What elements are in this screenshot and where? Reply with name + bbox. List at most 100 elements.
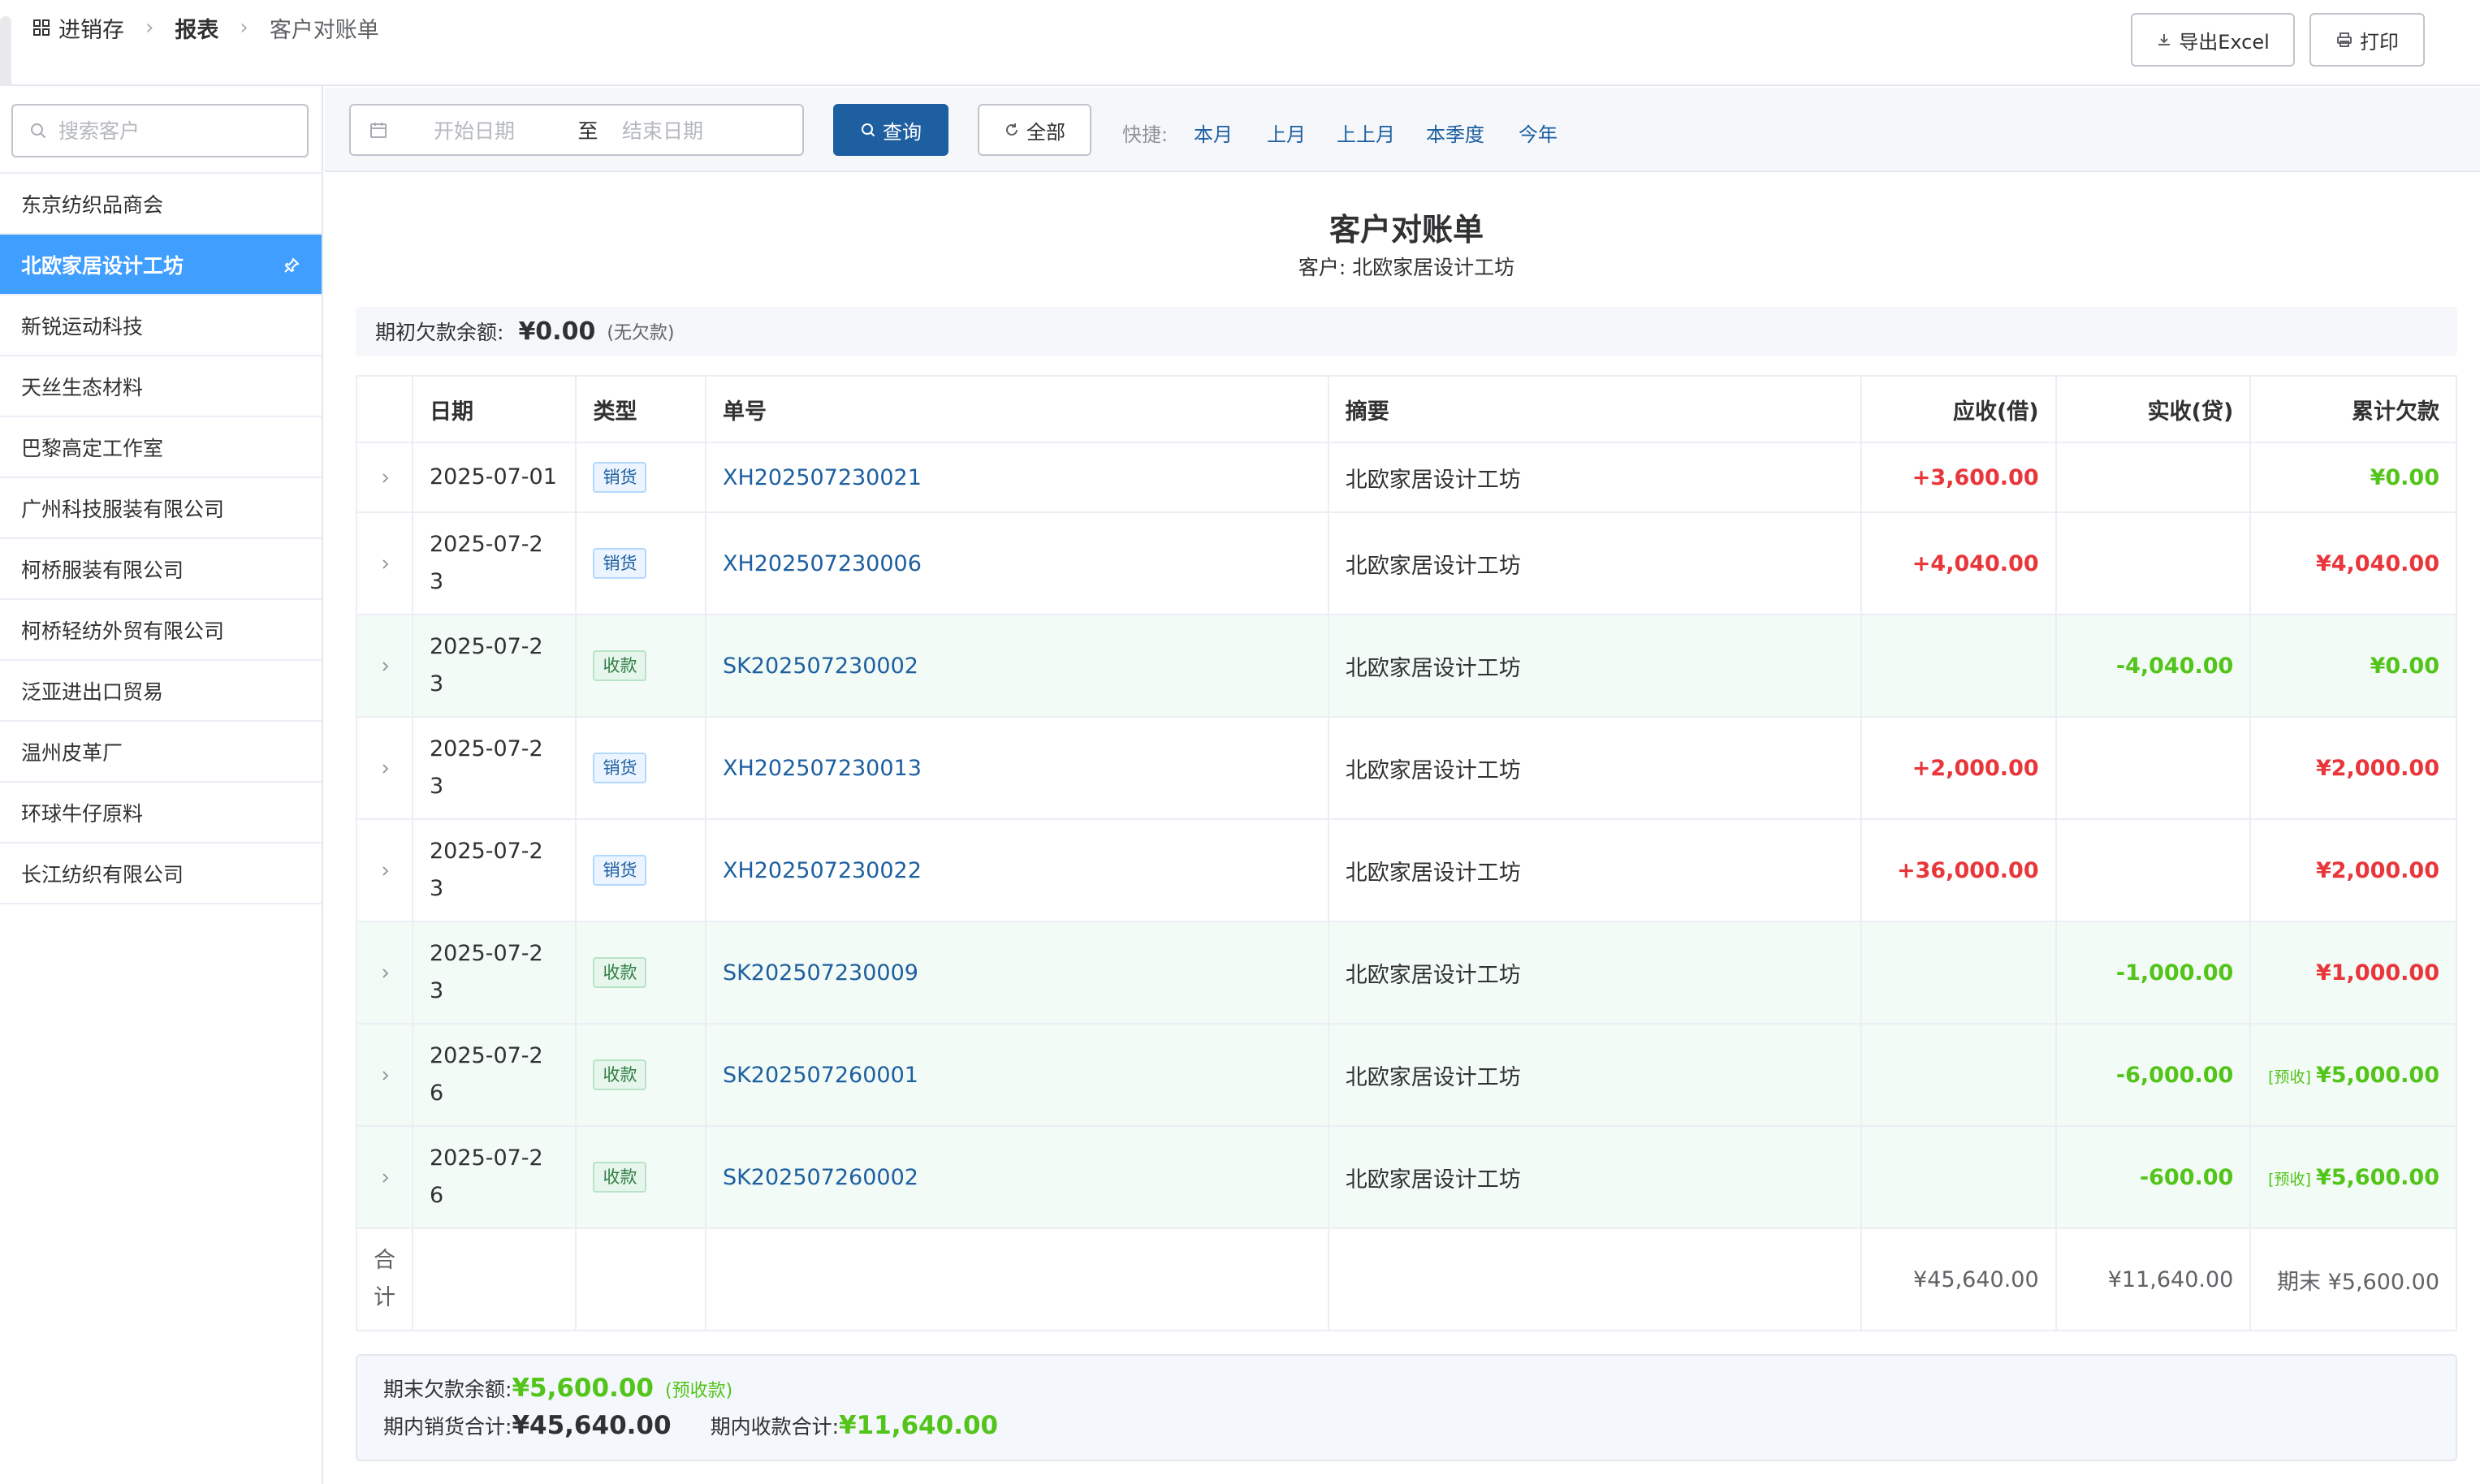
table-row[interactable]: 2025-07-2 3 销货 XH202507230022 北欧家居设计工坊 +36,00… [356,818,2457,922]
customer-item[interactable]: 长江纺织有限公司 [0,843,322,904]
table-row[interactable]: 2025-07-01 销货 XH202507230021 北欧家居设计工坊 +3,600… [356,442,2457,513]
date-range-picker[interactable]: 开始日期 至 结束日期 [349,104,804,156]
doc-no-link[interactable]: SK202507260002 [723,1165,918,1190]
page-header: 进销存 › 报表 › 客户对账单 导出Excel 打印 [0,0,2480,86]
customer-item[interactable]: 天丝生态材料 [0,356,322,417]
doc-no-link[interactable]: SK202507260001 [723,1063,918,1088]
expand-cell[interactable] [356,511,413,615]
customer-item[interactable]: 温州皮革厂 [0,722,322,783]
doc-no-link[interactable]: SK202507230002 [723,654,918,679]
export-excel-button[interactable]: 导出Excel [2131,13,2295,67]
pin-icon[interactable] [283,256,300,279]
doc-no-link[interactable]: XH202507230022 [723,858,922,883]
expand-cell[interactable] [356,818,413,922]
expand-icon[interactable] [378,756,391,781]
credit-amount: -600.00 [2139,1164,2234,1190]
debit-cell: +3,600.00 [1860,442,2057,513]
total-credit: ¥11,640.00 [2107,1266,2234,1292]
search-icon [860,122,883,138]
customer-search-box[interactable] [11,104,309,157]
customer-name: 长江纺织有限公司 [21,862,184,887]
quick-this-year[interactable]: 今年 [1519,119,1558,147]
quick-last-month[interactable]: 上月 [1267,119,1306,147]
summary-cell: 北欧家居设计工坊 [1327,1023,1862,1127]
table-row[interactable]: 2025-07-2 6 收款 SK202507260001 北欧家居设计工坊 -6,000… [356,1023,2457,1127]
empty-cell [1327,1227,1862,1331]
doc-no-cell: XH202507230021 [704,442,1329,513]
query-button[interactable]: 查询 [833,104,948,156]
receipts-total-amount: ¥11,640.00 [839,1411,999,1440]
prepaid-tag: [预收] [2268,1068,2311,1086]
credit-cell: -600.00 [2054,1125,2252,1229]
doc-no-cell: XH202507230022 [704,818,1329,922]
total-row: 合计 ¥45,640.00 ¥11,640.00 期末 ¥5,600.00 [356,1227,2457,1331]
date-cell: 2025-07-2 3 [411,921,577,1025]
quick-this-quarter[interactable]: 本季度 [1426,119,1484,147]
expand-cell[interactable] [356,1125,413,1229]
customer-name: 巴黎高定工作室 [21,436,164,460]
report-title: 客户对账单 [1329,212,1484,248]
receipts-total-label: 期内收款合计: [710,1415,839,1439]
customer-item[interactable]: 环球牛仔原料 [0,783,322,843]
print-button[interactable]: 打印 [2309,13,2425,67]
balance-cell: ¥2,000.00 [2249,716,2457,820]
date-cell: 2025-07-2 3 [411,818,577,922]
customer-item[interactable]: 广州科技服装有限公司 [0,478,322,539]
expand-cell[interactable] [356,716,413,820]
empty-cell [575,1227,706,1331]
doc-no-link[interactable]: XH202507230013 [723,756,922,781]
date-cell: 2025-07-01 [411,442,577,513]
summary-text: 北欧家居设计工坊 [1345,553,1521,579]
customer-item[interactable]: 东京纺织品商会 [0,174,322,235]
debit-cell [1860,921,2057,1025]
balance-cell: ¥4,040.00 [2249,511,2457,615]
expand-icon[interactable] [378,1063,391,1088]
table-row[interactable]: 2025-07-2 3 收款 SK202507230002 北欧家居设计工坊 -4,040… [356,614,2457,718]
summary-cell: 北欧家居设计工坊 [1327,921,1862,1025]
doc-no-link[interactable]: SK202507230009 [723,960,918,986]
date-text: 2025-07-2 [430,532,543,557]
doc-no-link[interactable]: XH202507230021 [723,465,922,490]
quick-month-before-last[interactable]: 上上月 [1337,119,1395,147]
customer-item[interactable]: 柯桥服装有限公司 [0,539,322,600]
customer-item[interactable]: 巴黎高定工作室 [0,417,322,478]
debit-cell: +36,000.00 [1860,818,2057,922]
customer-search-input[interactable] [58,119,286,143]
download-icon [2156,32,2179,48]
quick-label: 快捷: [1122,123,1169,146]
expand-cell[interactable] [356,1023,413,1127]
end-date-input[interactable]: 结束日期 [622,115,703,145]
expand-icon[interactable] [378,858,391,883]
table-row[interactable]: 2025-07-2 3 销货 XH202507230013 北欧家居设计工坊 +2,000… [356,716,2457,820]
calendar-icon [369,120,388,140]
expand-icon[interactable] [378,960,391,986]
col-type: 类型 [575,375,706,443]
expand-icon[interactable] [378,1165,391,1190]
expand-cell[interactable] [356,921,413,1025]
expand-cell[interactable] [356,614,413,718]
table-row[interactable]: 2025-07-2 6 收款 SK202507260002 北欧家居设计工坊 -600.0… [356,1125,2457,1229]
breadcrumb-root[interactable]: 进销存 [58,12,124,44]
start-date-input[interactable]: 开始日期 [434,115,547,145]
customer-item[interactable]: 新锐运动科技 [0,296,322,356]
expand-icon[interactable] [378,654,391,679]
empty-cell [704,1227,1329,1331]
customer-item[interactable]: 柯桥轻纺外贸有限公司 [0,600,322,661]
balance-amount: ¥1,000.00 [2315,960,2439,986]
balance-amount: ¥0.00 [2370,464,2439,490]
total-label: 合 [374,1248,395,1273]
expand-icon[interactable] [378,551,391,576]
doc-no-link[interactable]: XH202507230006 [723,551,922,576]
expand-icon[interactable] [378,465,391,490]
table-row[interactable]: 2025-07-2 3 销货 XH202507230006 北欧家居设计工坊 +4,040… [356,511,2457,615]
customer-list: 东京纺织品商会 北欧家居设计工坊 新锐运动科技 天丝生态材料巴黎高定工作室广州科技服装… [0,174,322,904]
balance-cell: [预收] ¥5,600.00 [2249,1125,2457,1229]
quick-this-month[interactable]: 本月 [1194,119,1233,147]
range-separator: 至 [577,119,598,143]
customer-item[interactable]: 北欧家居设计工坊 [0,235,322,296]
reset-all-button[interactable]: 全部 [978,104,1091,156]
breadcrumb-parent[interactable]: 报表 [175,12,218,44]
table-row[interactable]: 2025-07-2 3 收款 SK202507230009 北欧家居设计工坊 -1,000… [356,921,2457,1025]
customer-item[interactable]: 泛亚进出口贸易 [0,661,322,722]
expand-cell[interactable] [356,442,413,513]
